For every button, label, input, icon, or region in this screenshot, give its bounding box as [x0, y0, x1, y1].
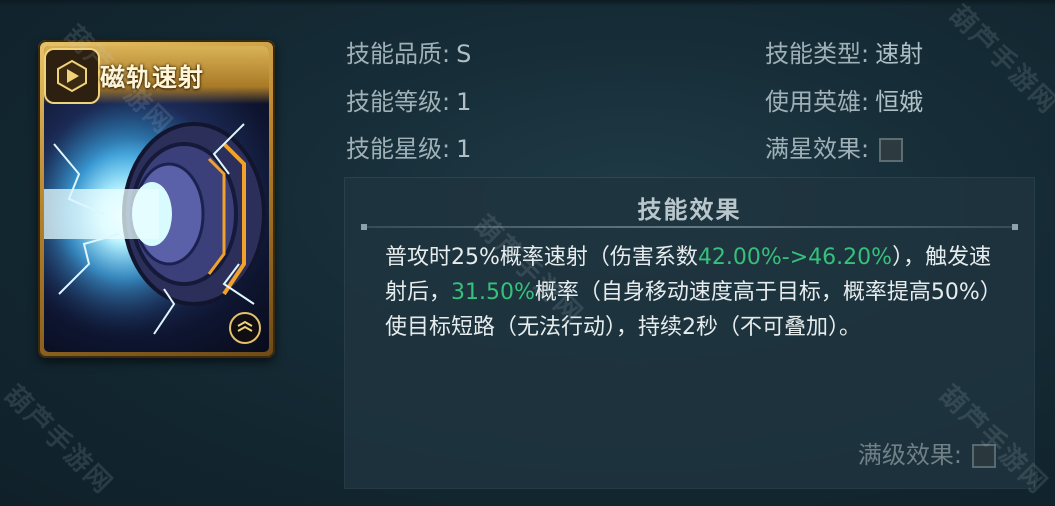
type-value: 速射 [875, 40, 924, 68]
quality-row: 技能品质: S [346, 34, 471, 69]
star-value: 1 [456, 135, 472, 163]
top-shade [0, 0, 1055, 6]
effect-description: 普攻时25%概率速射（伤害系数42.00%->46.20%），触发速射后，31.… [385, 240, 995, 345]
type-row: 技能类型: 速射 [765, 34, 923, 69]
quality-label: 技能品质: [346, 40, 451, 68]
star-label: 技能星级: [346, 135, 451, 163]
hero-row: 使用英雄: 恒娥 [765, 82, 923, 117]
hero-value: 恒娥 [875, 88, 924, 116]
quality-value: S [456, 40, 472, 68]
type-label: 技能类型: [765, 40, 870, 68]
effect-divider [361, 224, 1018, 230]
watermark: 葫芦手游网 [943, 0, 1055, 121]
watermark: 葫芦手游网 [0, 380, 119, 501]
level-row: 技能等级: 1 [346, 82, 471, 117]
star-row: 技能星级: 1 [346, 129, 471, 164]
effect-highlight-coefficient: 42.00%->46.20% [697, 245, 893, 270]
effect-title: 技能效果 [637, 196, 742, 224]
rank-chevron-icon [229, 312, 261, 344]
skill-card[interactable]: 磁轨速射 [38, 40, 275, 358]
max-level-label: 满级效果: [857, 441, 962, 469]
fullstar-label: 满星效果: [765, 135, 870, 163]
fullstar-row: 满星效果: [765, 129, 904, 164]
fullstar-checkbox[interactable] [879, 138, 904, 162]
skill-effect-panel: 技能效果 普攻时25%概率速射（伤害系数42.00%->46.20%），触发速射… [345, 178, 1034, 488]
hero-label: 使用英雄: [765, 88, 870, 116]
level-value: 1 [456, 88, 472, 116]
level-label: 技能等级: [346, 88, 451, 116]
